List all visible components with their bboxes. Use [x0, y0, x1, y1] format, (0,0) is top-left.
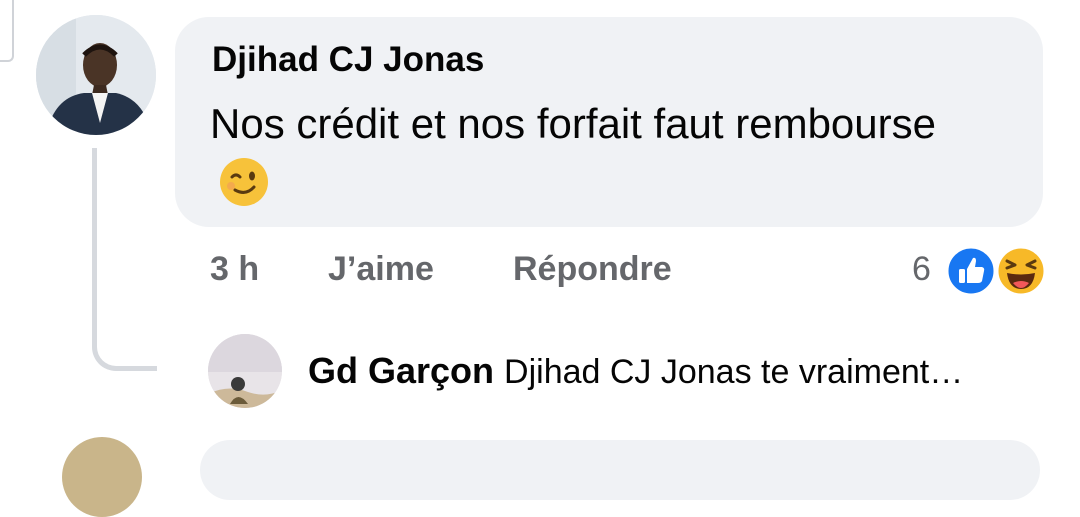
commenter-photo	[36, 15, 156, 135]
like-reaction-icon[interactable]	[945, 245, 997, 302]
reply-button[interactable]: Répondre	[513, 250, 672, 289]
previous-thread-edge	[0, 0, 14, 62]
reply-preview[interactable]: Gd Garçon Djihad CJ Jonas te vraiment…	[308, 350, 963, 392]
commenter-avatar[interactable]	[36, 15, 156, 135]
next-comment-avatar[interactable]	[62, 437, 142, 517]
winking-face-icon	[218, 156, 270, 224]
comment-text: Nos crédit et nos forfait faut rembourse	[210, 94, 970, 224]
haha-reaction-icon[interactable]	[995, 245, 1047, 302]
like-button[interactable]: J’aime	[328, 250, 434, 289]
reply-thread-line	[92, 148, 157, 371]
reply-text: Djihad CJ Jonas te vraiment…	[504, 353, 964, 391]
reply-author-avatar[interactable]	[208, 334, 282, 408]
reaction-count[interactable]: 6	[912, 250, 931, 289]
reply-author[interactable]: Gd Garçon	[308, 350, 494, 391]
next-comment-bubble[interactable]	[200, 440, 1040, 500]
comment-time[interactable]: 3 h	[210, 250, 259, 289]
comment-text-content: Nos crédit et nos forfait faut rembourse	[210, 100, 936, 147]
reply-author-photo	[208, 334, 282, 408]
comment-author[interactable]: Djihad CJ Jonas	[212, 40, 484, 80]
